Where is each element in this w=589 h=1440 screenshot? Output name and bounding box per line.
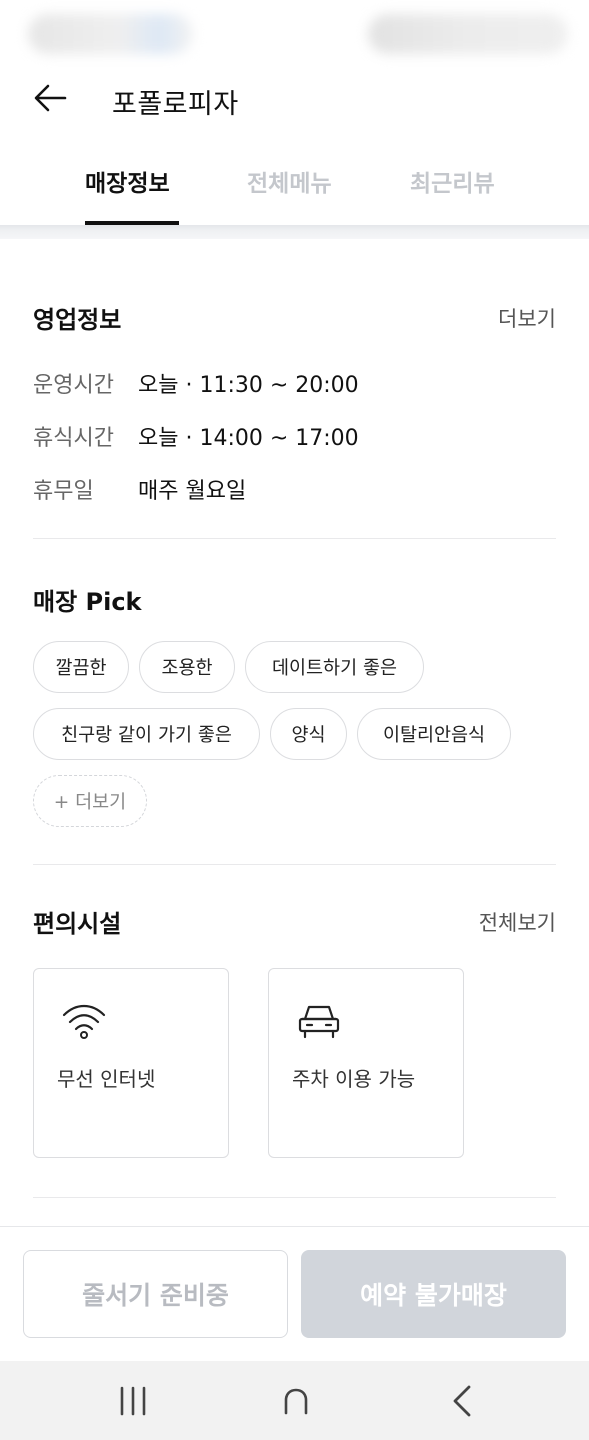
break-time-label: 휴식시간 (33, 426, 114, 451)
tab-store-info[interactable]: 매장정보 (85, 164, 170, 198)
closed-day-value: 매주 월요일 (138, 479, 247, 504)
back-button[interactable] (28, 76, 72, 120)
closed-day-label: 휴무일 (33, 479, 94, 504)
tag-chip[interactable]: 조용한 (139, 641, 235, 693)
facility-label: 주차 이용 가능 (292, 1067, 416, 1091)
tag-chip[interactable]: 양식 (270, 708, 347, 760)
bottom-bar-divider (0, 1226, 589, 1227)
system-back-button[interactable] (438, 1379, 486, 1423)
wifi-icon (62, 1004, 106, 1039)
tab-recent-reviews[interactable]: 최근리뷰 (410, 164, 495, 198)
system-nav-bar (0, 1361, 589, 1440)
status-bar-left-blurred (28, 14, 193, 54)
section-divider (33, 1197, 556, 1198)
store-pick-title: 매장 Pick (33, 588, 142, 616)
facility-label: 무선 인터넷 (57, 1067, 156, 1091)
break-time-value: 오늘 · 14:00 ~ 17:00 (138, 426, 359, 451)
business-info-more-link[interactable]: 더보기 (498, 303, 556, 333)
tabs-divider (0, 225, 589, 239)
status-bar-right-blurred (368, 14, 568, 54)
facilities-view-all-link[interactable]: 전체보기 (479, 907, 556, 937)
hours-row: 운영시간 오늘 · 11:30 ~ 20:00 (33, 367, 553, 401)
section-divider (33, 864, 556, 865)
tag-chip[interactable]: 깔끔한 (33, 641, 129, 693)
page-title: 포폴로피자 (112, 89, 239, 120)
business-info-title: 영업정보 (33, 306, 122, 334)
car-icon (298, 1005, 340, 1039)
tab-bar: 매장정보 전체메뉴 최근리뷰 (0, 150, 589, 226)
hours-value: 오늘 · 11:30 ~ 20:00 (138, 373, 359, 398)
tag-chip[interactable]: 이탈리안음식 (357, 708, 511, 760)
closed-day-row: 휴무일 매주 월요일 (33, 473, 553, 507)
home-button[interactable] (272, 1379, 320, 1423)
app-header: 포폴로피자 (0, 70, 589, 130)
arrow-left-icon (34, 84, 67, 112)
hours-label: 운영시간 (33, 373, 114, 398)
tab-full-menu[interactable]: 전체메뉴 (247, 164, 332, 198)
tag-chip[interactable]: 친구랑 같이 가기 좋은 (33, 708, 260, 760)
chevron-left-icon (453, 1385, 471, 1417)
facilities-title: 편의시설 (33, 910, 122, 938)
facility-card-wifi: 무선 인터넷 (33, 968, 229, 1158)
tag-chip[interactable]: 데이트하기 좋은 (245, 641, 424, 693)
recent-apps-button[interactable] (109, 1379, 157, 1423)
recent-apps-icon (120, 1386, 146, 1416)
queue-button[interactable]: 줄서기 준비중 (23, 1250, 288, 1338)
tags-more-button[interactable]: + 더보기 (33, 775, 147, 827)
reserve-button[interactable]: 예약 불가매장 (301, 1250, 566, 1338)
facility-card-parking: 주차 이용 가능 (268, 968, 464, 1158)
section-divider (33, 538, 556, 539)
break-time-row: 휴식시간 오늘 · 14:00 ~ 17:00 (33, 420, 553, 454)
home-icon (284, 1388, 308, 1415)
status-bar (0, 0, 589, 62)
